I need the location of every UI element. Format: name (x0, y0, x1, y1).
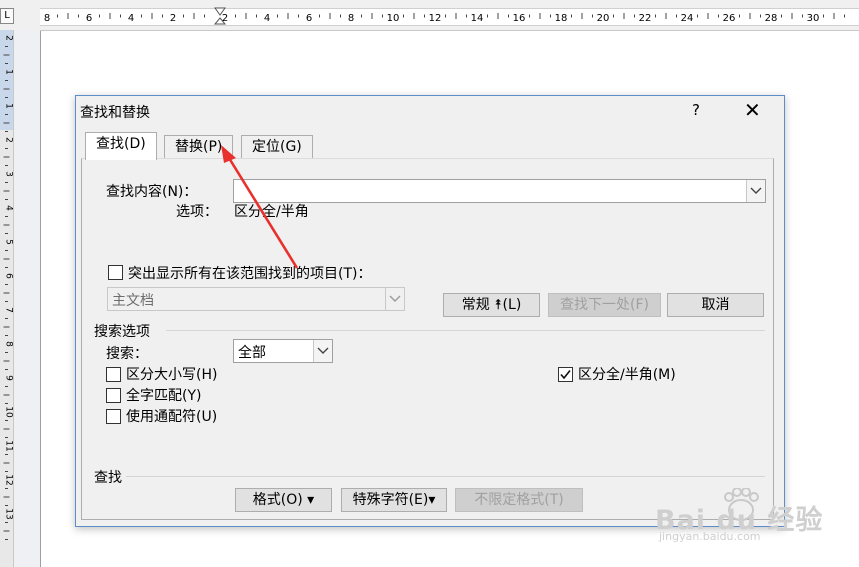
tab-find[interactable]: 查找(D) (85, 132, 157, 160)
baidu-watermark: Bai du 经验 jingyan.baidu.com (655, 487, 855, 548)
watermark-url: jingyan.baidu.com (659, 530, 761, 543)
annotation-arrow-icon (221, 145, 299, 269)
